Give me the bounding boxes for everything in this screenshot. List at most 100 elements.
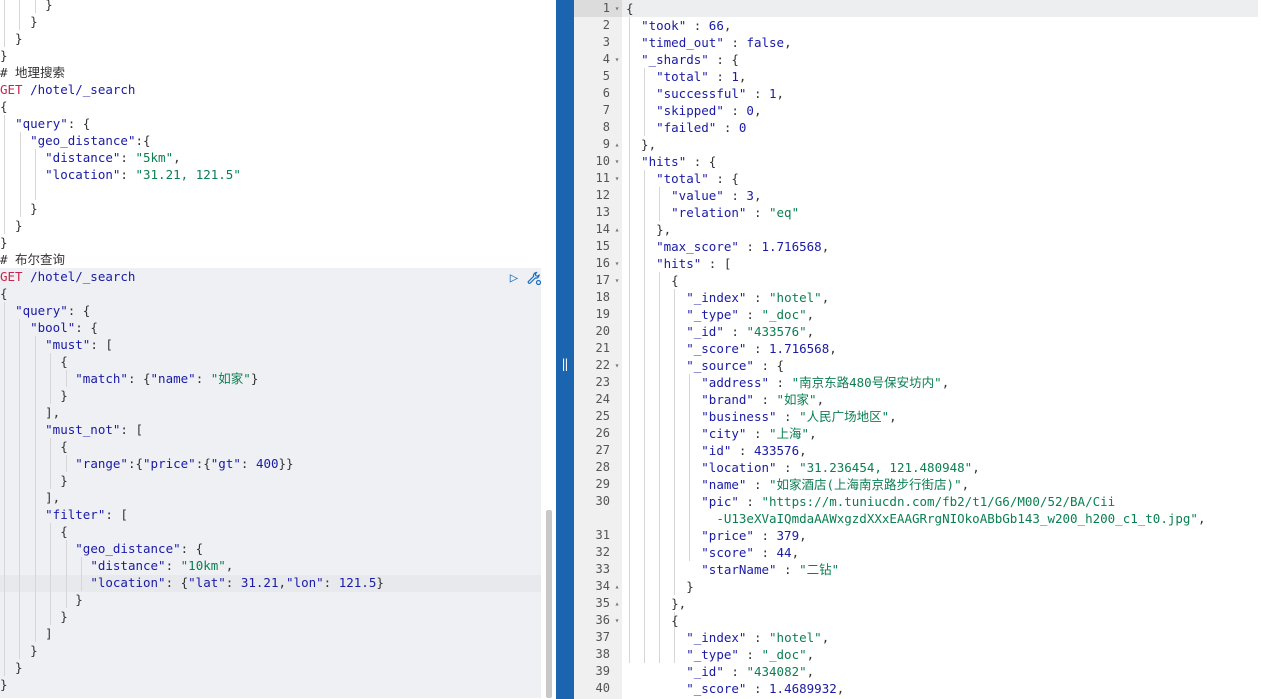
panel-divider[interactable] xyxy=(556,0,574,699)
line-number: 14 xyxy=(595,222,610,236)
code-line[interactable]: GET /hotel/_search xyxy=(0,268,541,285)
fold-down-icon[interactable]: ▾ xyxy=(612,255,622,272)
code-line[interactable]: } xyxy=(0,591,541,608)
code-token: "_shards" xyxy=(641,52,709,67)
code-line[interactable]: } xyxy=(0,47,541,64)
json-line: "_id" : "433576", xyxy=(626,323,814,340)
code-token: "5km" xyxy=(135,150,174,165)
code-line[interactable]: "query": { xyxy=(0,115,541,132)
code-token: : { xyxy=(75,320,98,335)
code-line[interactable]: ] xyxy=(0,625,541,642)
code-line[interactable]: "filter": [ xyxy=(0,506,541,523)
code-line[interactable]: } xyxy=(0,676,541,693)
code-line[interactable]: { xyxy=(0,438,541,455)
code-line[interactable]: } xyxy=(0,200,541,217)
fold-down-icon[interactable]: ▾ xyxy=(612,51,622,68)
code-token: : xyxy=(746,630,770,645)
code-token: , xyxy=(806,324,815,339)
line-number: 40 xyxy=(595,681,610,695)
code-line[interactable]: "distance": "5km", xyxy=(0,149,541,166)
code-line[interactable]: } xyxy=(0,608,541,625)
code-line[interactable]: "bool": { xyxy=(0,319,541,336)
code-token: "南京东路480号保安坊内" xyxy=(791,375,942,390)
code-line[interactable]: } xyxy=(0,659,541,676)
code-token: } xyxy=(250,371,259,386)
code-token: "successful" xyxy=(656,86,747,101)
code-line[interactable]: ], xyxy=(0,489,541,506)
wrench-icon[interactable] xyxy=(526,270,542,286)
json-line: "_score" : 1.716568, xyxy=(626,340,837,357)
fold-down-icon[interactable]: ▾ xyxy=(612,0,622,17)
code-line[interactable]: GET /hotel/_search xyxy=(0,81,541,98)
drag-handle-icon[interactable]: ‖ xyxy=(560,357,570,371)
code-line[interactable] xyxy=(0,183,541,200)
code-token: 379 xyxy=(776,528,800,543)
code-token: { xyxy=(0,439,68,454)
code-line[interactable]: "must_not": [ xyxy=(0,421,541,438)
code-token: "bool" xyxy=(30,320,76,335)
code-line[interactable]: { xyxy=(0,353,541,370)
line-number: 31 xyxy=(595,528,610,542)
code-line[interactable]: "match": {"name": "如家"} xyxy=(0,370,541,387)
code-line[interactable]: { xyxy=(0,98,541,115)
code-token: } xyxy=(0,0,53,12)
code-line[interactable]: } xyxy=(0,642,541,659)
request-editor[interactable]: } } }} # 地理搜索 GET /hotel/_search{ "query":… xyxy=(0,0,556,699)
code-line[interactable]: } xyxy=(0,30,541,47)
code-line[interactable]: "location": {"lat": 31.21,"lon": 121.5} xyxy=(0,574,541,591)
fold-down-icon[interactable]: ▾ xyxy=(612,612,622,629)
code-line[interactable]: "range":{"price":{"gt": 400}} xyxy=(0,455,541,472)
code-token: : xyxy=(686,18,709,33)
code-token: "location" xyxy=(45,167,121,182)
json-line: }, xyxy=(626,136,656,153)
code-line[interactable]: } xyxy=(0,13,541,30)
code-token: : xyxy=(746,86,769,101)
code-line[interactable]: # 布尔查询 xyxy=(0,251,541,268)
code-token: } xyxy=(0,609,68,624)
code-line[interactable]: "geo_distance":{ xyxy=(0,132,541,149)
code-token: 400 xyxy=(255,456,279,471)
code-token: : [ xyxy=(105,507,128,522)
code-line[interactable]: ], xyxy=(0,404,541,421)
code-token: "query" xyxy=(15,303,68,318)
code-token: } xyxy=(0,14,38,29)
code-line[interactable]: # 地理搜索 xyxy=(0,64,541,81)
code-line[interactable]: } xyxy=(0,234,541,251)
code-line[interactable]: { xyxy=(0,523,541,540)
fold-down-icon[interactable]: ▾ xyxy=(612,357,622,374)
code-line[interactable]: } xyxy=(0,217,541,234)
fold-up-icon[interactable]: ▴ xyxy=(612,595,622,612)
code-token: , xyxy=(821,290,830,305)
code-token: "failed" xyxy=(656,120,717,135)
fold-down-icon[interactable]: ▾ xyxy=(612,170,622,187)
line-number: 5 xyxy=(602,69,610,83)
line-number: 39 xyxy=(595,664,610,678)
fold-down-icon[interactable]: ▾ xyxy=(612,272,622,289)
code-line[interactable]: } xyxy=(0,387,541,404)
play-icon[interactable]: ▷ xyxy=(506,270,522,286)
fold-up-icon[interactable]: ▴ xyxy=(612,136,622,153)
code-token: GET xyxy=(0,269,23,284)
code-token: } xyxy=(0,592,83,607)
fold-down-icon[interactable]: ▾ xyxy=(612,153,622,170)
code-line[interactable]: } xyxy=(0,0,541,13)
editor-scrollbar[interactable] xyxy=(546,510,552,698)
code-line[interactable]: "geo_distance": { xyxy=(0,540,541,557)
code-line[interactable]: { xyxy=(0,285,541,302)
code-line[interactable]: } xyxy=(0,472,541,489)
code-line[interactable]: "query": { xyxy=(0,302,541,319)
response-viewer[interactable]: 1 ▾ 2 3 4 ▾ 5 6 7 8 9 ▴ 10 ▾ 11 ▾ 12 13 14 ▴ 15 16 ▾ 17 ▾ 18 19 20 2… xyxy=(574,0,1261,699)
code-line[interactable]: "must": [ xyxy=(0,336,541,353)
fold-up-icon[interactable]: ▴ xyxy=(612,221,622,238)
fold-up-icon[interactable]: ▴ xyxy=(612,578,622,595)
code-line[interactable]: "location": "31.21, 121.5" xyxy=(0,166,541,183)
code-token: , xyxy=(941,375,950,390)
code-line[interactable]: "distance": "10km", xyxy=(0,557,541,574)
code-token: "score" xyxy=(701,545,754,560)
